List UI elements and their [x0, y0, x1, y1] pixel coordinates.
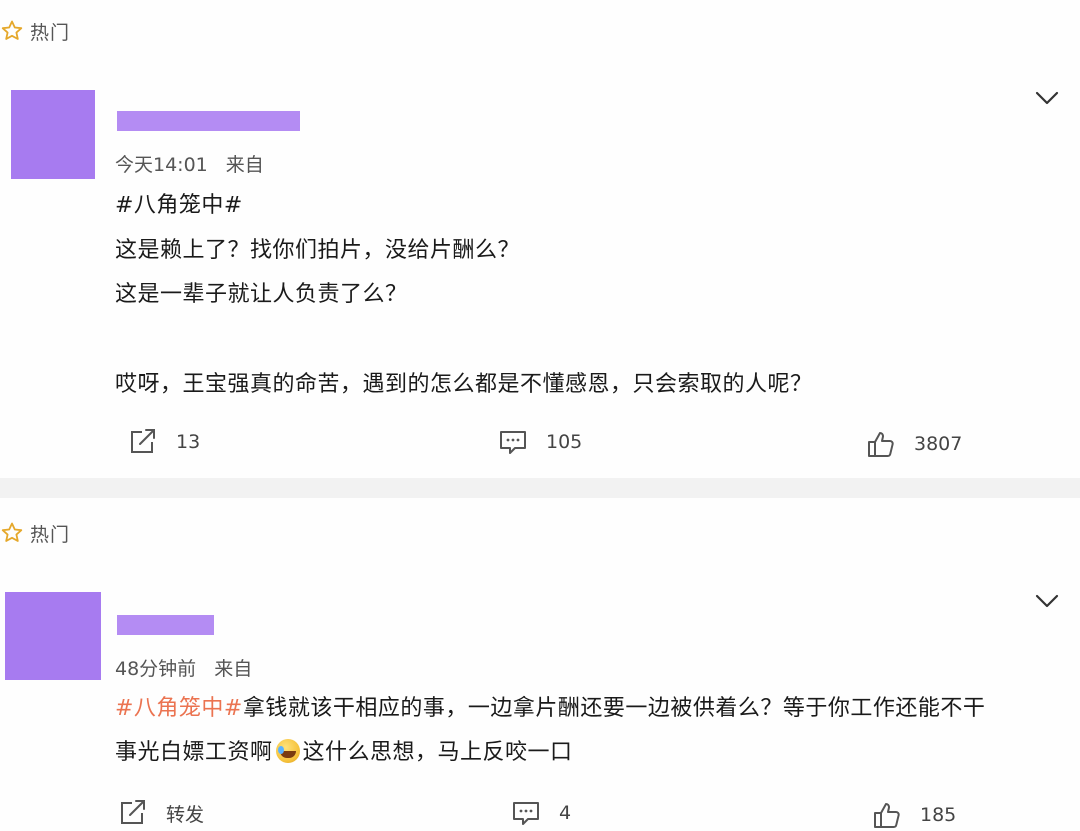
chevron-down-icon[interactable]	[1034, 593, 1060, 609]
topic-tag[interactable]: #八角笼中#	[115, 696, 243, 721]
star-outline-icon	[1, 522, 23, 542]
repost-button[interactable]: 13	[128, 428, 200, 456]
post-text: 这什么思想，马上反咬一口	[302, 740, 573, 765]
comment-button[interactable]: 4	[511, 799, 571, 827]
comment-icon	[500, 431, 526, 454]
post-text: 拿钱就该干相应的事，一边拿片酬还要一边被供着么？等于你工作还能不干	[242, 696, 986, 721]
post-time: 今天14:01	[115, 154, 208, 176]
avatar[interactable]	[11, 90, 95, 179]
post-text-line: 事光白嫖工资啊 这什么思想，马上反咬一口	[115, 734, 573, 766]
like-icon	[874, 803, 900, 828]
post-time: 48分钟前	[115, 658, 197, 680]
post-meta: 今天14:01 来自	[115, 150, 282, 177]
hot-label: 热门	[30, 21, 71, 44]
post-text-line: #八角笼中#拿钱就该干相应的事，一边拿片酬还要一边被供着么？等于你工作还能不干	[115, 690, 985, 722]
username-redacted[interactable]	[117, 615, 214, 635]
comment-count: 4	[559, 802, 572, 824]
repost-label: 转发	[166, 803, 205, 826]
post-text-line: 这是赖上了？找你们拍片，没给片酬么？	[115, 238, 521, 263]
laughing-crying-emoji	[275, 739, 300, 763]
repost-button[interactable]: 转发	[118, 799, 204, 827]
post-meta: 48分钟前 来自	[115, 654, 270, 681]
hot-indicator: 热门	[0, 16, 70, 46]
like-button[interactable]: 185	[872, 801, 956, 829]
repost-icon	[131, 429, 155, 453]
like-icon	[868, 432, 894, 457]
like-button[interactable]: 3807	[866, 430, 962, 458]
post-source[interactable]: 来自	[214, 658, 252, 680]
avatar[interactable]	[5, 592, 101, 680]
username-redacted[interactable]	[117, 111, 300, 131]
post-text-line: 这是一辈子就让人负责了么？	[115, 282, 408, 307]
weibo-post: 热门 今天14:01 来自 #八角笼中# 这是赖上了？找你们拍片，没给片酬么？ 这…	[0, 0, 1080, 478]
post-text: 事光白嫖工资啊	[115, 740, 273, 765]
comment-button[interactable]: 105	[498, 428, 582, 456]
hot-label: 热门	[30, 523, 71, 546]
like-count: 185	[920, 804, 957, 826]
hot-indicator: 热门	[0, 518, 70, 548]
like-count: 3807	[914, 433, 963, 455]
repost-count: 13	[176, 431, 201, 453]
comment-icon	[513, 802, 539, 825]
post-source[interactable]: 来自	[226, 154, 264, 176]
chevron-down-icon[interactable]	[1034, 90, 1060, 106]
repost-icon	[121, 800, 145, 824]
topic-tag[interactable]: #八角笼中#	[115, 187, 243, 219]
post-separator	[0, 478, 1080, 498]
post-text-line: 哎呀，王宝强真的命苦，遇到的怎么都是不懂感恩，只会索取的人呢？	[115, 372, 813, 397]
star-outline-icon	[1, 20, 23, 40]
comment-count: 105	[546, 431, 583, 453]
